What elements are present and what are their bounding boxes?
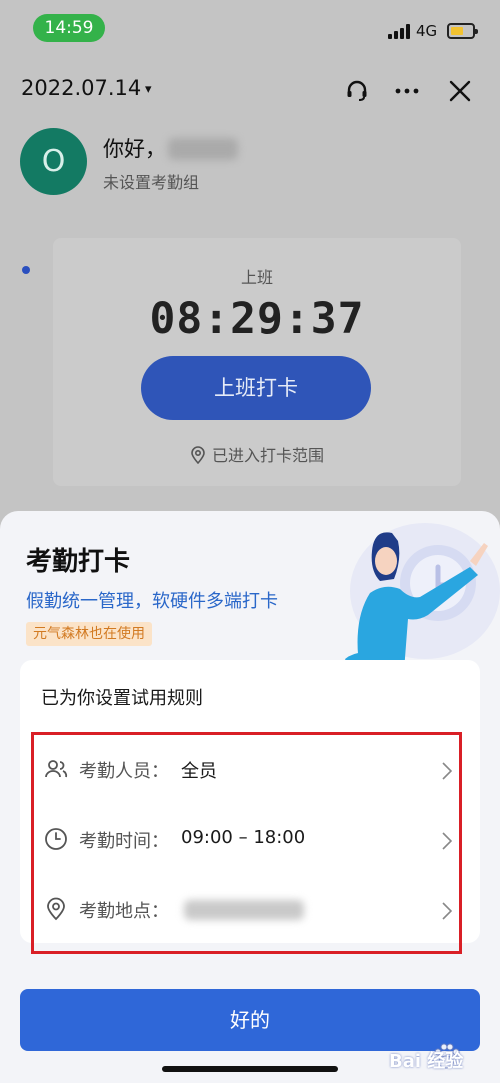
avatar: O — [20, 128, 87, 195]
trial-rules-card: 已为你设置试用规则 考勤人员： 全员 考勤时间： 09:00 – 18:00 考… — [20, 660, 480, 954]
headset-support-icon[interactable] — [340, 74, 374, 108]
status-bar: 14:59 4G — [0, 0, 500, 60]
location-pin-icon — [191, 446, 205, 465]
clock-in-button[interactable]: 上班打卡 — [141, 356, 371, 420]
date-selector[interactable]: 2022.07.14 — [21, 76, 141, 100]
rule-row-time[interactable]: 考勤时间： 09:00 – 18:00 — [34, 805, 459, 875]
chevron-down-icon[interactable]: ▾ — [145, 82, 152, 97]
chevron-right-icon — [442, 832, 452, 850]
rule-value: 09:00 – 18:00 — [181, 827, 306, 848]
chevron-right-icon — [442, 762, 452, 780]
timeline-dot — [22, 266, 30, 274]
sheet-title: 考勤打卡 — [26, 547, 131, 577]
close-icon[interactable] — [443, 74, 477, 108]
more-options-icon[interactable] — [390, 74, 424, 108]
chevron-right-icon — [442, 902, 452, 920]
rule-label: 考勤时间： — [79, 831, 169, 852]
clock-icon — [45, 828, 67, 850]
clock-in-card: 上班 08:29:37 上班打卡 已进入打卡范围 — [53, 238, 461, 486]
range-status: 已进入打卡范围 — [53, 442, 461, 466]
attendance-group-status: 未设置考勤组 — [103, 173, 200, 192]
rule-value: 全员 — [181, 761, 217, 782]
usage-badge: 元气森林也在使用 — [26, 622, 152, 646]
rule-row-staff[interactable]: 考勤人员： 全员 — [34, 735, 459, 805]
home-indicator[interactable] — [162, 1066, 338, 1072]
waving-person-illustration — [344, 523, 500, 671]
app-header: 2022.07.14 ▾ — [0, 60, 500, 120]
sheet-subtitle: 假勤统一管理，软硬件多端打卡 — [26, 591, 278, 612]
range-status-text: 已进入打卡范围 — [211, 446, 324, 465]
rule-row-location[interactable]: 考勤地点： — [34, 875, 459, 945]
greeting-text: 你好， — [103, 137, 166, 161]
rule-label: 考勤地点： — [79, 901, 169, 922]
network-type: 4G — [416, 22, 438, 40]
shift-label: 上班 — [240, 268, 273, 287]
baidu-jingyan-watermark: Bai 经验 — [385, 1037, 495, 1077]
rules-heading: 已为你设置试用规则 — [41, 688, 203, 709]
status-time: 14:59 — [33, 14, 105, 42]
battery-icon — [447, 23, 478, 39]
signal-icon — [388, 24, 410, 39]
location-pin-icon — [47, 897, 65, 921]
redacted-user-name — [168, 138, 238, 160]
watermark-text: Bai 经验 — [389, 1051, 464, 1072]
rules-highlight-box: 考勤人员： 全员 考勤时间： 09:00 – 18:00 考勤地点： — [31, 732, 462, 954]
people-icon — [45, 760, 68, 778]
rule-label: 考勤人员： — [79, 761, 169, 782]
attendance-setup-sheet: 考勤打卡 假勤统一管理，软硬件多端打卡 元气森林也在使用 已为你设置试用规则 考… — [0, 511, 500, 1083]
user-profile: O 你好， 未设置考勤组 — [0, 125, 500, 205]
current-time: 08:29:37 — [149, 294, 365, 344]
redacted-location — [184, 900, 304, 920]
